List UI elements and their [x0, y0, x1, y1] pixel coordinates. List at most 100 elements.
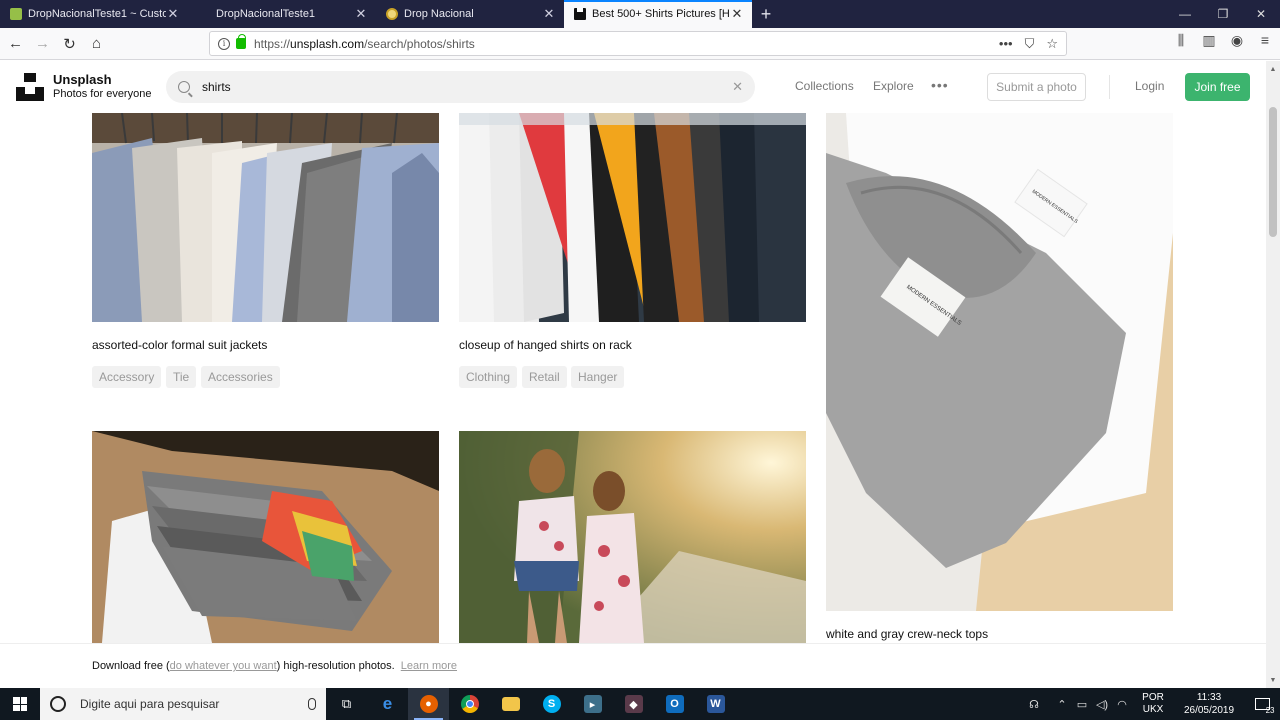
search-input[interactable] [202, 80, 733, 94]
scroll-thumb[interactable] [1269, 107, 1277, 237]
account-icon[interactable]: ◉ [1228, 32, 1246, 49]
app-icon[interactable]: ◆ [613, 688, 654, 720]
brand-tagline: Photos for everyone [53, 88, 152, 100]
banner-text: Download free ( [92, 660, 170, 672]
task-view-icon[interactable]: ⧉ [326, 688, 367, 720]
nav-explore[interactable]: Explore [873, 79, 914, 93]
nav-collections[interactable]: Collections [795, 79, 854, 93]
outlook-icon[interactable]: O [654, 688, 695, 720]
tab-title: DropNacionalTeste1 [216, 8, 316, 20]
tag-clothing[interactable]: Clothing [459, 366, 518, 388]
tab-title: DropNacionalTeste1 ~ Custom [28, 8, 166, 20]
brand-name[interactable]: Unsplash [53, 72, 112, 87]
minimize-icon[interactable]: — [1166, 0, 1204, 28]
url-text[interactable]: https://unsplash.com/search/photos/shirt… [254, 37, 999, 51]
photo-two-women[interactable] [459, 431, 806, 643]
divider [1109, 75, 1110, 99]
word-icon[interactable]: W [695, 688, 736, 720]
system-tray: ☊ ⌃ ▭ ◁) ◠ POR UKX 11:33 26/05/2019 23 [1024, 688, 1280, 720]
search-icon [178, 81, 190, 93]
file-explorer-icon[interactable] [490, 688, 531, 720]
app-icon[interactable]: ▸ [572, 688, 613, 720]
photo-caption: closeup of hanged shirts on rack [459, 338, 632, 352]
new-tab-button[interactable]: + [752, 0, 780, 28]
menu-icon[interactable]: ≡ [1256, 32, 1274, 49]
restore-icon[interactable]: ❐ [1204, 0, 1242, 28]
edge-icon[interactable]: e [367, 688, 408, 720]
cortana-icon [50, 696, 66, 712]
browser-tab-1[interactable]: DropNacionalTeste1 ~ Custom ✕ [0, 0, 188, 28]
close-icon[interactable]: ✕ [354, 6, 368, 21]
browser-nav-bar: ← → ↻ ⌂ i https://unsplash.com/search/ph… [0, 28, 1280, 60]
firefox-icon[interactable]: ● [408, 688, 449, 720]
shopify-icon [10, 8, 22, 20]
scroll-down-icon[interactable]: ▼ [1266, 674, 1280, 686]
more-options-icon[interactable]: ••• [931, 78, 949, 92]
tab-title: Best 500+ Shirts Pictures [HD] [592, 8, 730, 20]
tag-accessories[interactable]: Accessories [201, 366, 280, 388]
clear-search-icon[interactable]: ✕ [732, 79, 743, 95]
people-icon[interactable]: ☊ [1024, 698, 1044, 711]
volume-icon[interactable]: ◁) [1092, 698, 1112, 711]
close-icon[interactable]: ✕ [166, 6, 180, 21]
lock-icon [236, 34, 246, 49]
tag-hanger[interactable]: Hanger [571, 366, 625, 388]
site-header: Unsplash Photos for everyone ✕ Collectio… [0, 61, 1266, 113]
window-controls: — ❐ ✕ [1166, 0, 1280, 28]
taskbar-search-placeholder: Digite aqui para pesquisar [80, 697, 220, 711]
tag-accessory[interactable]: Accessory [92, 366, 162, 388]
windows-taskbar: Digite aqui para pesquisar ⧉ e ● S ▸ ◆ O… [0, 688, 1280, 720]
battery-icon[interactable]: ▭ [1072, 698, 1092, 711]
banner-text: ) high-resolution photos. [276, 660, 395, 672]
windows-start-icon[interactable] [0, 688, 40, 720]
sidebar-icon[interactable]: ▥ [1200, 32, 1218, 49]
microphone-icon[interactable] [308, 698, 316, 710]
photo-caption: white and gray crew-neck tops [826, 627, 989, 641]
login-link[interactable]: Login [1135, 79, 1164, 93]
learn-more-link[interactable]: Learn more [401, 660, 457, 672]
reload-icon[interactable]: ↻ [56, 30, 83, 57]
tag-retail[interactable]: Retail [522, 366, 567, 388]
join-free-button[interactable]: Join free [1185, 73, 1250, 101]
notifications-icon[interactable]: 23 [1244, 688, 1280, 720]
page-scrollbar[interactable]: ▲ ▼ [1266, 61, 1280, 688]
taskbar-search-box[interactable]: Digite aqui para pesquisar [40, 688, 326, 720]
unsplash-logo-icon[interactable] [16, 73, 44, 101]
back-icon[interactable]: ← [2, 30, 29, 57]
skype-icon[interactable]: S [531, 688, 572, 720]
pocket-icon[interactable]: ⛉ [1025, 36, 1035, 52]
forward-icon[interactable]: → [29, 30, 56, 57]
tab-title: Drop Nacional [404, 8, 474, 20]
unsplash-icon [574, 8, 586, 20]
browser-tab-bar: DropNacionalTeste1 ~ Custom ✕ DropNacion… [0, 0, 1280, 28]
close-window-icon[interactable]: ✕ [1242, 0, 1280, 28]
library-icon[interactable]: ⫼ [1172, 32, 1190, 49]
photo-suit-jackets[interactable] [92, 113, 439, 322]
browser-tab-2[interactable]: DropNacionalTeste1 ✕ [188, 0, 376, 28]
search-bar[interactable]: ✕ [166, 71, 755, 103]
browser-tab-4[interactable]: Best 500+ Shirts Pictures [HD] ✕ [564, 0, 752, 28]
photo-folded-tshirts[interactable] [92, 431, 439, 643]
close-icon[interactable]: ✕ [730, 6, 744, 21]
submit-photo-button[interactable]: Submit a photo [987, 73, 1086, 101]
chevron-up-icon[interactable]: ⌃ [1052, 698, 1072, 711]
license-link[interactable]: do whatever you want [170, 660, 277, 672]
chrome-icon[interactable] [449, 688, 490, 720]
info-icon[interactable]: i [218, 37, 230, 50]
home-icon[interactable]: ⌂ [83, 30, 110, 57]
photo-crew-neck-tops[interactable]: MODERN ESSENTIALS MODERN ESSENTIALS [826, 113, 1173, 611]
url-bar[interactable]: i https://unsplash.com/search/photos/shi… [209, 31, 1067, 56]
scroll-up-icon[interactable]: ▲ [1266, 63, 1280, 75]
close-icon[interactable]: ✕ [542, 6, 556, 21]
wifi-icon[interactable]: ◠ [1112, 698, 1132, 711]
download-banner: Download free (do whatever you want) hig… [0, 643, 1266, 688]
browser-tab-3[interactable]: Drop Nacional ✕ [376, 0, 564, 28]
photo-caption: assorted-color formal suit jackets [92, 338, 268, 352]
bookmark-star-icon[interactable]: ☆ [1046, 36, 1058, 52]
page-actions-icon[interactable]: ••• [999, 36, 1013, 51]
globe-icon [386, 8, 398, 20]
clock[interactable]: 11:33 26/05/2019 [1174, 691, 1244, 717]
language-indicator[interactable]: POR UKX [1136, 692, 1170, 716]
photo-hanged-shirts[interactable] [459, 113, 806, 322]
tag-tie[interactable]: Tie [166, 366, 197, 388]
